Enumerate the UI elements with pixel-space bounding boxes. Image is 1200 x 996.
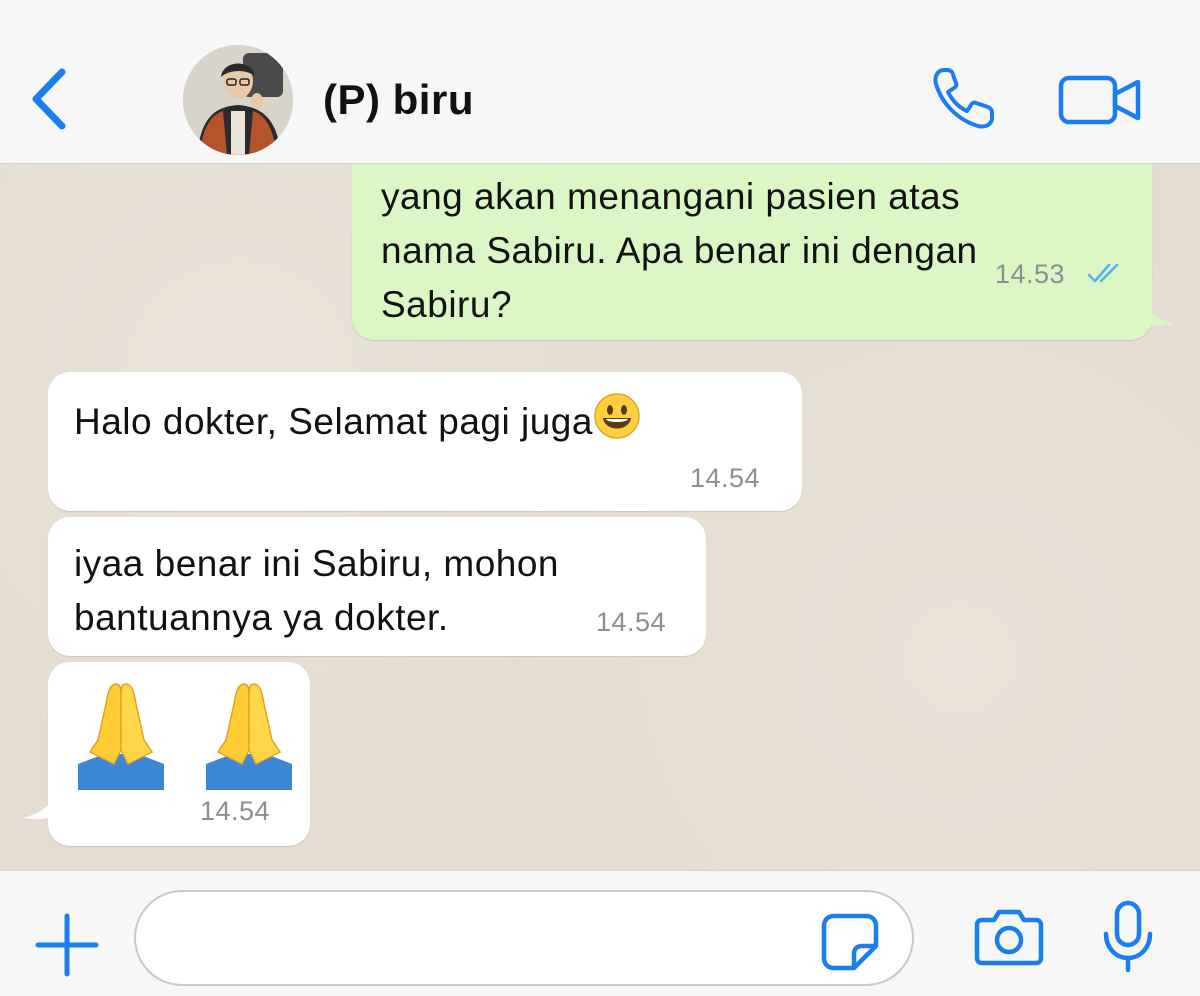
read-ticks-icon: [1087, 263, 1119, 283]
message-text: yang akan menangani pasien atas nama Sab…: [381, 176, 978, 325]
voice-call-button[interactable]: [930, 66, 998, 130]
sticker-icon: [821, 913, 879, 971]
message-time: 14.53: [995, 259, 1066, 289]
attach-button[interactable]: [34, 912, 100, 978]
phone-icon: [933, 68, 994, 129]
contact-photo: [183, 45, 293, 155]
plus-icon: [35, 913, 99, 977]
camera-icon: [974, 909, 1044, 966]
video-call-button[interactable]: [1058, 74, 1142, 126]
message-text-line: Halo dokter, Selamat pagi juga: [74, 392, 641, 449]
chevron-left-icon: [32, 68, 66, 130]
folded-hands-pair: [78, 683, 292, 790]
video-camera-icon: [1058, 75, 1141, 125]
message-input[interactable]: [134, 890, 914, 986]
incoming-message[interactable]: Halo dokter, Selamat pagi juga 14.54: [48, 372, 802, 511]
chat-area[interactable]: yang akan menangani pasien atas nama Sab…: [0, 164, 1200, 870]
folded-hands-icon: [78, 680, 294, 790]
camera-button[interactable]: [974, 906, 1044, 966]
incoming-bubble-tail: [22, 788, 58, 820]
incoming-message[interactable]: iyaa benar ini Sabiru, mohon bantuannya …: [48, 517, 706, 656]
outgoing-bubble-tail: [1140, 294, 1176, 326]
sticker-button[interactable]: [820, 912, 880, 972]
back-button[interactable]: [26, 66, 74, 132]
message-text: iyaa benar ini Sabiru, mohon bantuannya …: [74, 543, 560, 638]
smiling-face-icon: [594, 393, 640, 439]
incoming-message[interactable]: 14.54: [48, 662, 310, 846]
message-time: 14.54: [200, 796, 271, 826]
microphone-icon: [1103, 900, 1153, 973]
outgoing-message[interactable]: yang akan menangani pasien atas nama Sab…: [352, 164, 1152, 340]
microphone-button[interactable]: [1100, 900, 1156, 974]
chat-header: (P) biru: [0, 0, 1200, 164]
message-time: 14.54: [596, 607, 667, 637]
message-time: 14.54: [690, 463, 761, 493]
avatar[interactable]: [183, 45, 293, 155]
message-text: Halo dokter, Selamat pagi juga: [74, 401, 593, 442]
contact-name[interactable]: (P) biru: [323, 76, 474, 124]
